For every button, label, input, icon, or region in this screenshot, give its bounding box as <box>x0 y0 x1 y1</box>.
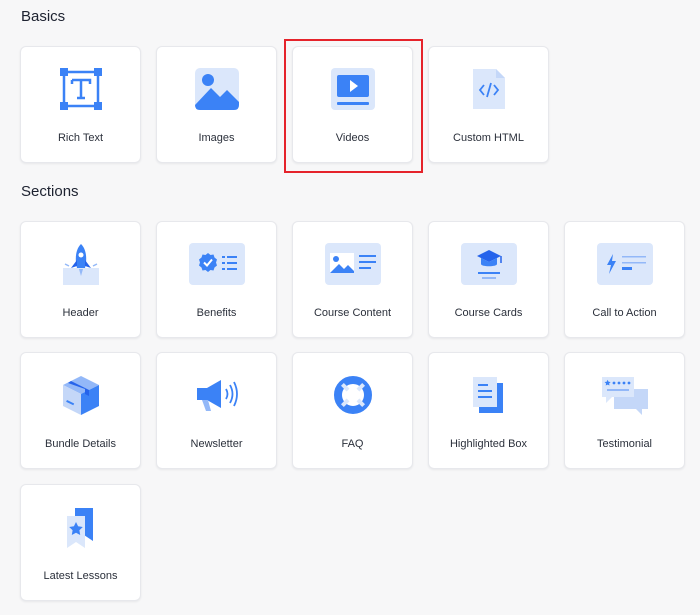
bolt-lines-icon <box>596 242 654 286</box>
badge-list-icon <box>188 242 246 286</box>
block-label: Header <box>62 307 99 319</box>
block-label: Bundle Details <box>45 438 116 450</box>
block-benefits[interactable]: Benefits <box>156 221 277 338</box>
block-course-cards[interactable]: Course Cards <box>428 221 549 338</box>
block-label: Course Content <box>313 307 392 319</box>
block-bundle-details[interactable]: Bundle Details <box>20 352 141 469</box>
box-icon <box>52 373 110 417</box>
bookmark-star-icon <box>52 505 110 549</box>
block-label: Call to Action <box>592 307 657 319</box>
stacked-document-icon <box>460 373 518 417</box>
block-label: Testimonial <box>596 438 653 450</box>
block-header[interactable]: Header <box>20 221 141 338</box>
block-label: FAQ <box>341 438 364 450</box>
section-title-basics: Basics <box>21 8 66 25</box>
chat-bubbles-icon <box>596 373 654 417</box>
megaphone-icon <box>188 373 246 417</box>
block-custom-html[interactable]: Custom HTML <box>428 46 549 163</box>
block-label: Course Cards <box>454 307 523 319</box>
video-icon <box>324 67 382 111</box>
block-latest-lessons[interactable]: Latest Lessons <box>20 484 141 601</box>
image-text-icon <box>324 242 382 286</box>
block-label: Benefits <box>196 307 237 319</box>
block-newsletter[interactable]: Newsletter <box>156 352 277 469</box>
graduation-cap-icon <box>460 242 518 286</box>
text-box-icon <box>52 67 110 111</box>
lifebuoy-icon <box>324 373 382 417</box>
block-faq[interactable]: FAQ <box>292 352 413 469</box>
code-file-icon <box>460 67 518 111</box>
block-call-to-action[interactable]: Call to Action <box>564 221 685 338</box>
block-label: Images <box>198 132 235 144</box>
block-label: Highlighted Box <box>449 438 528 450</box>
section-title-sections: Sections <box>21 183 79 200</box>
block-label: Custom HTML <box>453 132 524 144</box>
block-label: Latest Lessons <box>43 570 118 582</box>
block-highlighted-box[interactable]: Highlighted Box <box>428 352 549 469</box>
block-rich-text[interactable]: Rich Text <box>20 46 141 163</box>
block-videos[interactable]: Videos <box>292 46 413 163</box>
block-label: Newsletter <box>190 438 243 450</box>
block-label: Rich Text <box>57 132 104 144</box>
image-icon <box>188 67 246 111</box>
block-images[interactable]: Images <box>156 46 277 163</box>
block-testimonial[interactable]: Testimonial <box>564 352 685 469</box>
block-course-content[interactable]: Course Content <box>292 221 413 338</box>
block-label: Videos <box>335 132 370 144</box>
rocket-icon <box>52 242 110 286</box>
